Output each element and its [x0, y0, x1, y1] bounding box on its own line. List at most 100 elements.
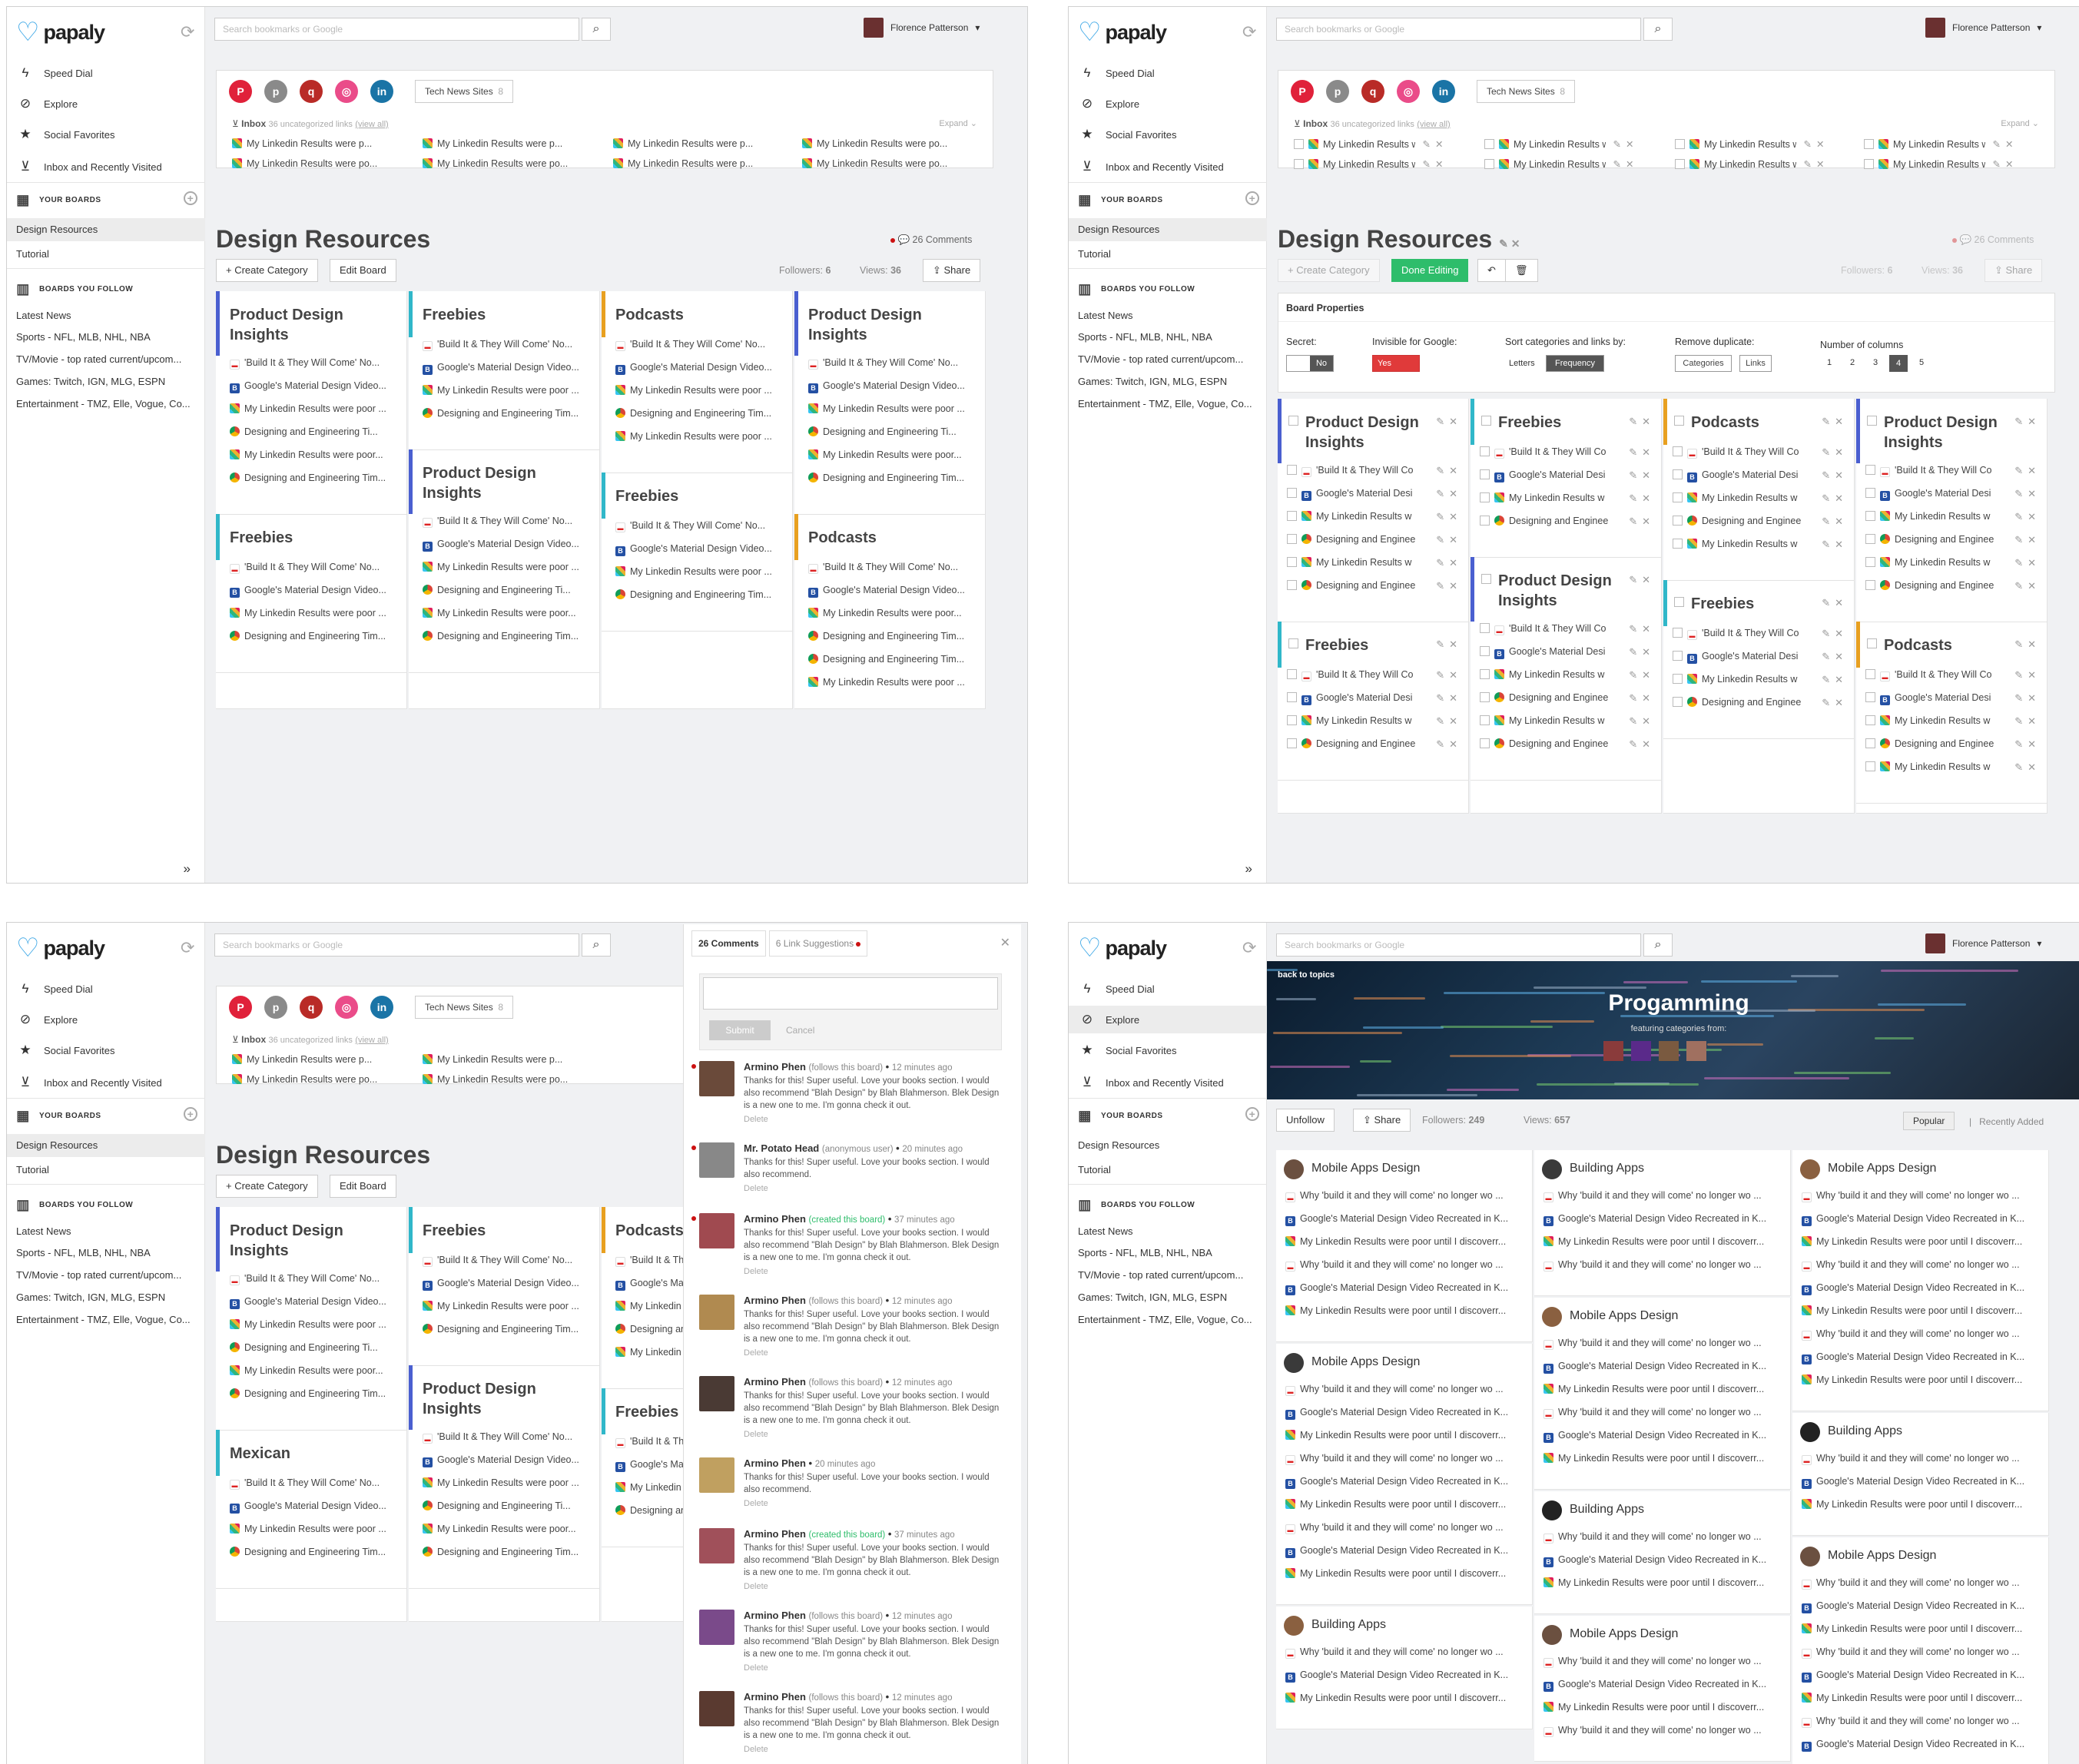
bookmark-link[interactable]: My Linkedin Results were poor until I di… — [1544, 1577, 1782, 1588]
edit-tools[interactable]: ✎✕ — [1436, 416, 1462, 428]
bookmark-link[interactable]: My Linkedin Results were poor until I di… — [1285, 1305, 1524, 1316]
bookmark-link[interactable]: Designing and Engineering Tim... — [423, 1324, 595, 1335]
bookmark-link[interactable]: My Linkedin Results were poor ... — [615, 566, 788, 577]
checkbox[interactable] — [1481, 416, 1491, 426]
edit-tools[interactable]: ✎✕ — [1822, 674, 1848, 686]
search-input[interactable]: Search bookmarks or Google — [214, 18, 579, 41]
bookmark-link[interactable]: ▬'Build It & They Will Come' No... — [423, 1255, 595, 1267]
bookmark-link[interactable]: ▬ Why 'build it and they will come' no lo… — [1802, 1328, 2040, 1341]
comment-author[interactable]: Armino Phen (created this board) • 37 mi… — [744, 1213, 955, 1225]
bookmark-link[interactable]: My Linkedin Results were poor until I di… — [1285, 1430, 1524, 1441]
nav-explore[interactable]: ⊘ Explore — [1069, 1006, 1267, 1033]
edit-tools[interactable]: ✎✕ — [1629, 715, 1655, 728]
bookmark-link[interactable]: BGoogle's Material Design Video... — [808, 380, 981, 393]
comments-link[interactable]: 💬 26 Comments — [890, 234, 972, 246]
edit-tools[interactable]: ✎✕ — [1822, 469, 1848, 482]
comment-author[interactable]: Armino Phen (created this board) • 37 mi… — [744, 1528, 955, 1540]
bookmark-link[interactable]: My Linkedin Results were poor ... — [423, 385, 595, 396]
bookmark-link[interactable]: My Linkedin Results were poor until I di… — [1285, 1568, 1524, 1579]
bookmark-link[interactable]: My Linkedin Results were poor... — [808, 608, 981, 618]
comment-author[interactable]: Armino Phen (follows this board) • 12 mi… — [744, 1376, 952, 1388]
checkbox[interactable] — [1287, 511, 1297, 521]
comment-input[interactable] — [703, 977, 998, 1010]
checkbox[interactable] — [1480, 492, 1490, 502]
popular-tab[interactable]: Popular — [1903, 1112, 1955, 1130]
checkbox[interactable] — [1480, 516, 1490, 526]
avatar[interactable] — [1542, 1625, 1562, 1645]
checkbox[interactable] — [1673, 469, 1683, 479]
bookmark-link[interactable]: ▬ Why 'build it and they will come' no lo… — [1285, 1646, 1524, 1659]
dribbble-icon[interactable]: ◎ — [335, 996, 358, 1019]
bookmark-link[interactable]: B Google's Material Design Video Recreate… — [1285, 1545, 1524, 1558]
bookmark-link[interactable]: ▬'Build It & They Will Come' No... — [230, 1273, 403, 1285]
collapse-icon[interactable]: » — [184, 861, 191, 877]
delete-link[interactable]: Delete — [744, 1115, 768, 1124]
bookmark-link[interactable]: B Google's Material Design Video Recreate… — [1802, 1213, 2040, 1226]
bookmark-link[interactable]: BGoogle's Material Design Video... — [808, 585, 981, 598]
follow-item[interactable]: TV/Movie - top rated current/upcom... — [16, 353, 201, 365]
tab-tech-news[interactable]: Tech News Sites 8 — [415, 80, 514, 103]
edit-tools[interactable]: ✎✕ — [1629, 738, 1655, 751]
bookmark-link[interactable]: ▬'Build It & They Will Come' No... — [423, 1431, 595, 1444]
board-design-resources[interactable]: Design Resources — [16, 1139, 201, 1151]
edit-tools[interactable]: ✎✕ — [1822, 539, 1848, 551]
inbox-link[interactable]: My Linkedin Results were po... — [232, 1074, 377, 1085]
board-tutorial[interactable]: Tutorial — [1078, 1164, 1262, 1175]
inbox-link[interactable]: My Linkedin Results were po... — [802, 158, 947, 169]
comment-author[interactable]: Armino Phen (follows this board) • 12 mi… — [744, 1610, 952, 1621]
inbox-link[interactable]: My Linkedin Results were po... ✎✕ — [1864, 138, 2018, 150]
bookmark-link[interactable]: ▬'Build It & They Will Come' No... — [615, 520, 788, 532]
checkbox[interactable] — [1867, 638, 1877, 648]
checkbox[interactable] — [1865, 738, 1875, 748]
sort-frequency[interactable]: Frequency — [1546, 355, 1604, 372]
follow-item[interactable]: TV/Movie - top rated current/upcom... — [1078, 353, 1262, 365]
sort-letters[interactable]: Letters — [1509, 359, 1535, 368]
bookmark-link[interactable]: My Linkedin Results were poor until I di… — [1802, 1693, 2040, 1703]
avatar[interactable] — [699, 1610, 734, 1645]
bookmark-link[interactable]: BGoogle's Material Design Video... — [230, 1500, 403, 1514]
comment-author[interactable]: Armino Phen (follows this board) • 12 mi… — [744, 1295, 952, 1306]
inbox-link[interactable]: My Linkedin Results were po... ✎✕ — [1294, 138, 1447, 150]
checkbox[interactable] — [1865, 692, 1875, 702]
checkbox[interactable] — [1865, 465, 1875, 475]
add-board-icon[interactable]: + — [1245, 1107, 1259, 1121]
tab-link-suggestions[interactable]: 6 Link Suggestions — [768, 930, 868, 957]
inbox-link[interactable]: My Linkedin Results were po... ✎✕ — [1484, 138, 1638, 150]
bookmark-link[interactable]: ▬ Why 'build it and they will come' no lo… — [1544, 1407, 1782, 1419]
checkbox[interactable] — [1865, 488, 1875, 498]
board-tutorial[interactable]: Tutorial — [16, 1164, 201, 1175]
producthunt-icon[interactable]: p — [264, 80, 287, 103]
bookmark-link[interactable]: ▬'Build It & They Will Come' No... — [423, 339, 595, 351]
bookmark-link[interactable]: B Google's Material Design Video Recreate… — [1544, 1554, 1782, 1567]
avatar[interactable] — [1800, 1159, 1820, 1179]
avatar[interactable] — [1659, 1041, 1679, 1061]
delete-link[interactable]: Delete — [744, 1745, 768, 1754]
topic-title[interactable]: Mobile Apps Design — [1570, 1309, 1678, 1323]
follow-item[interactable]: Sports - NFL, MLB, NHL, NBA — [16, 331, 201, 343]
edit-tools[interactable]: ✎✕ — [1822, 597, 1848, 609]
edit-tools[interactable]: ✎✕ — [2014, 761, 2041, 774]
checkbox[interactable] — [1287, 692, 1297, 702]
bookmark-link[interactable]: ▬'Build It & They Will Come' No... — [423, 516, 595, 528]
bookmark-link[interactable]: My Linkedin Results were poor ... — [615, 385, 788, 396]
bookmark-link[interactable]: B Google's Material Design Video Recreate… — [1802, 1600, 2040, 1613]
checkbox[interactable] — [1288, 638, 1298, 648]
tab-tech-news[interactable]: Tech News Sites 8 — [415, 996, 514, 1019]
bookmark-link[interactable]: My Linkedin Results were poor until I di… — [1285, 1693, 1524, 1703]
board-design-resources[interactable]: Design Resources — [16, 224, 201, 235]
pinterest-icon[interactable]: P — [1291, 80, 1314, 103]
category-title[interactable]: Mexican — [230, 1444, 383, 1464]
view-all-link[interactable]: (view all) — [355, 120, 388, 129]
bookmark-link[interactable]: My Linkedin Results were poor until I di… — [1285, 1499, 1524, 1510]
bookmark-link[interactable]: My Linkedin Results were poor until I di… — [1802, 1305, 2040, 1316]
bookmark-link[interactable]: My Linkedin Results were poor ... — [230, 608, 403, 618]
bookmark-link[interactable]: B Google's Material Design Video Recreate… — [1802, 1670, 2040, 1683]
avatar[interactable] — [1542, 1500, 1562, 1520]
unfollow-button[interactable]: Unfollow — [1276, 1109, 1335, 1132]
bookmark-link[interactable]: ▬'Build It & They Will Come' No... — [808, 562, 981, 574]
refresh-icon[interactable]: ⟳ — [1242, 938, 1256, 958]
edit-tools[interactable]: ✎✕ — [1436, 669, 1462, 681]
avatar[interactable] — [699, 1457, 734, 1493]
edit-tools[interactable]: ✎✕ — [2014, 534, 2041, 546]
column-count-option[interactable]: 5 — [1912, 355, 1931, 372]
